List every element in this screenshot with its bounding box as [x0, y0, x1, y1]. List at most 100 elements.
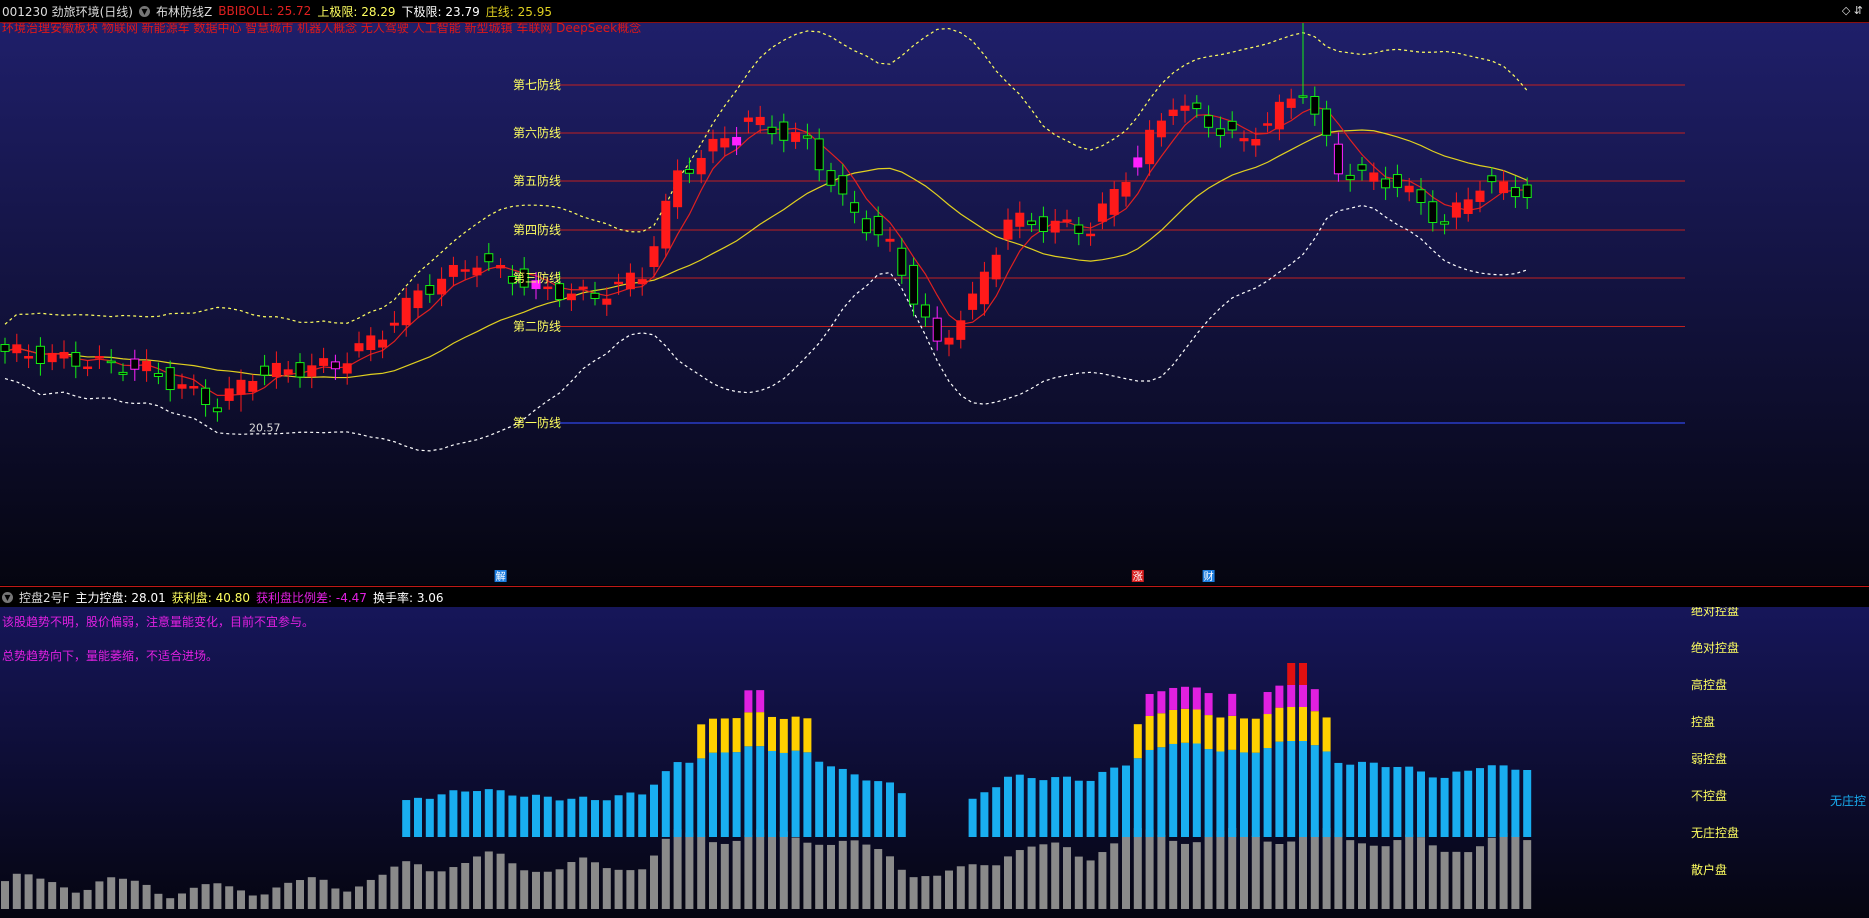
retail-bar — [378, 874, 387, 909]
control-bar — [1511, 769, 1520, 837]
candle-body — [1274, 101, 1284, 130]
strong-control-bar — [791, 716, 800, 751]
retail-bar — [496, 853, 505, 909]
retail-bar — [390, 866, 399, 909]
candle-body — [248, 380, 258, 392]
control-bar — [1428, 777, 1437, 837]
control-volume-chart[interactable]: 该股趋势不明，股价偏弱，注意量能变化，目前不宜参与。 总势趋势向下，量能萎缩，不… — [0, 607, 1869, 918]
control-bar — [1464, 770, 1473, 837]
retail-bar — [591, 862, 599, 909]
control-bar — [650, 784, 658, 837]
retail-bar — [225, 886, 234, 909]
stock-title: 001230 劲旅环境(日线) — [2, 4, 133, 19]
candle-body — [1086, 233, 1096, 237]
candle-body — [366, 335, 376, 351]
candle-body — [1227, 120, 1237, 131]
control-bar — [1074, 780, 1083, 837]
retail-bar — [1181, 843, 1189, 909]
control-bar — [992, 787, 1001, 837]
retail-bar — [992, 865, 1001, 909]
high-control-bar — [756, 690, 765, 713]
control-bar — [1157, 747, 1166, 837]
candle-body — [684, 169, 694, 174]
control-bar — [473, 791, 481, 837]
control-bar — [1086, 780, 1095, 837]
candle-body — [59, 351, 69, 359]
retail-bar — [402, 861, 411, 909]
candle-body — [743, 117, 753, 122]
control-bar — [1287, 741, 1296, 837]
retail-bar — [343, 891, 352, 909]
retail-bar — [850, 840, 859, 909]
control-level-label: 高控盘 — [1691, 677, 1727, 692]
control-bar — [1440, 777, 1449, 837]
control-bar — [414, 797, 422, 837]
candle-body — [1522, 184, 1532, 199]
candle-body — [295, 362, 305, 378]
candle-body — [1451, 202, 1461, 218]
candle-body — [354, 343, 364, 352]
control-bar — [1487, 765, 1496, 837]
indicator-dropdown-icon[interactable]: ▼ — [2, 591, 13, 603]
control-bar — [1004, 776, 1012, 837]
high-control-bar — [1145, 693, 1154, 716]
candle-body — [1263, 123, 1273, 126]
candle-body — [566, 293, 576, 301]
candle-body — [1428, 201, 1438, 223]
profit-value: 获利盘: 40.80 — [171, 590, 251, 605]
retail-bar — [956, 866, 965, 909]
retail-bar — [71, 892, 80, 909]
strong-control-bar — [1204, 715, 1213, 750]
control-bar — [1098, 771, 1107, 837]
indicator-name[interactable]: 布林防线Z — [156, 3, 212, 20]
candle-body — [330, 361, 340, 370]
control-bar — [756, 746, 765, 837]
candle-body — [991, 254, 1001, 280]
candle-body — [1027, 220, 1037, 226]
candlestick-chart[interactable]: 环境治理安徽板块 物联网 新能源车 数据中心 智慧城市 机器人概念 无人驾驶 人… — [0, 23, 1869, 585]
candle-body — [1156, 120, 1166, 138]
candle-body — [838, 175, 848, 195]
retail-bar — [1299, 835, 1307, 909]
retail-bar — [1074, 856, 1083, 909]
candle-body — [1062, 219, 1072, 222]
control-bar — [1346, 764, 1355, 837]
strong-control-bar — [1310, 711, 1319, 746]
retail-bar — [1381, 846, 1390, 909]
candle-body — [826, 170, 836, 186]
strong-control-bar — [1145, 715, 1154, 750]
control-bar — [1228, 749, 1237, 837]
retail-bar — [1086, 860, 1095, 909]
retail-bar — [756, 829, 765, 909]
control-bar — [1204, 749, 1213, 837]
candle-body — [83, 366, 93, 370]
candle-body — [1333, 143, 1343, 175]
retail-bar — [331, 888, 340, 909]
indicator-name[interactable]: 控盘2号F — [19, 589, 70, 606]
retail-bar — [1310, 830, 1319, 909]
candle-body — [71, 352, 81, 367]
retail-bar — [567, 862, 576, 909]
strong-control-bar — [1240, 718, 1248, 753]
strong-control-bar — [1228, 715, 1237, 750]
retail-bar — [272, 887, 281, 909]
candle-body — [590, 292, 600, 299]
window-controls[interactable]: ◇ ⇵ — [1842, 4, 1863, 17]
control-bar — [1039, 780, 1048, 837]
control-bar — [709, 752, 717, 837]
candle-body — [1050, 220, 1060, 233]
retail-bar — [1192, 842, 1201, 909]
retail-bar — [107, 877, 116, 909]
high-control-bar — [1228, 693, 1237, 716]
control-bar — [1133, 758, 1142, 837]
control-bar — [1322, 751, 1331, 837]
candle-body — [968, 293, 978, 310]
event-marker-label: 解 — [496, 570, 506, 583]
retail-bar — [732, 840, 741, 909]
indicator-dropdown-icon[interactable]: ▼ — [139, 5, 150, 17]
retail-bar — [1098, 852, 1107, 909]
control-bar — [1240, 752, 1248, 837]
high-control-bar — [1263, 692, 1272, 715]
defense-line-label: 第七防线 — [513, 77, 561, 92]
control-bar — [402, 800, 411, 837]
